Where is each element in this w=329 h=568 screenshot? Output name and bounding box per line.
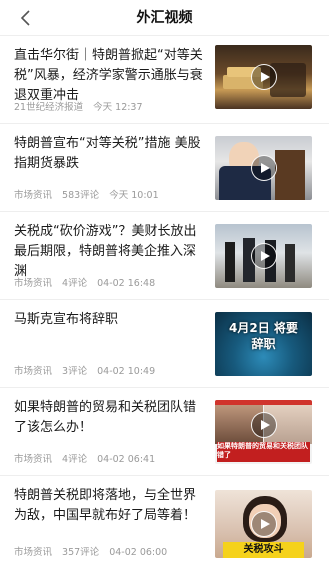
news-meta: 市场资讯 4评论 04-02 16:48 <box>14 275 155 289</box>
news-source: 市场资讯 <box>14 366 53 377</box>
news-comments: 357评论 <box>62 547 100 558</box>
video-thumbnail[interactable] <box>215 45 312 109</box>
news-headline[interactable]: 直击华尔街｜特朗普掀起“对等关税”风暴，经济学家警示通胀与衰退双重冲击 <box>14 46 206 106</box>
play-icon <box>250 412 277 438</box>
play-icon <box>250 511 277 537</box>
news-item[interactable]: 如果特朗普的贸易和关税团队错了该怎么办！ 市场资讯 4评论 04-02 06:4… <box>0 388 329 476</box>
news-source: 21世纪经济报道 <box>14 102 84 113</box>
thumbnail-caption: 如果特朗普的贸易和关税团队错了 <box>217 442 310 462</box>
top-bar: 外汇视频 <box>0 0 329 36</box>
news-time: 04-02 10:49 <box>97 366 156 377</box>
news-time: 04-02 06:00 <box>109 547 168 558</box>
news-source: 市场资讯 <box>14 278 53 289</box>
news-comments: 4评论 <box>62 278 88 289</box>
news-item[interactable]: 直击华尔街｜特朗普掀起“对等关税”风暴，经济学家警示通胀与衰退双重冲击 21世纪… <box>0 36 329 124</box>
news-comments: 3评论 <box>62 366 88 377</box>
video-thumbnail[interactable]: 关税攻斗 <box>215 490 312 558</box>
news-headline[interactable]: 如果特朗普的贸易和关税团队错了该怎么办！ <box>14 398 206 438</box>
news-meta: 21世纪经济报道 今天 12:37 <box>14 99 143 113</box>
news-source: 市场资讯 <box>14 547 53 558</box>
video-thumbnail[interactable] <box>215 136 312 200</box>
play-icon <box>250 155 277 181</box>
news-item[interactable]: 关税成“砍价游戏”？美财长放出最后期限，特朗普将美企推入深渊 市场资讯 4评论 … <box>0 212 329 300</box>
news-meta: 市场资讯 583评论 今天 10:01 <box>14 187 159 201</box>
news-headline[interactable]: 特朗普关税即将落地，与全世界为敌，中国早就布好了局等着！ <box>14 486 206 526</box>
news-time: 今天 10:01 <box>109 190 159 201</box>
news-meta: 市场资讯 357评论 04-02 06:00 <box>14 544 167 558</box>
news-comments: 583评论 <box>62 190 100 201</box>
news-meta: 市场资讯 3评论 04-02 10:49 <box>14 363 155 377</box>
thumbnail-caption: 4月2日 将要辞职 <box>229 321 298 351</box>
news-comments: 4评论 <box>62 454 88 465</box>
news-time: 04-02 06:41 <box>97 454 156 465</box>
news-item[interactable]: 马斯克宣布将辞职 市场资讯 3评论 04-02 10:49 4月2日 将要辞职 <box>0 300 329 388</box>
news-item[interactable]: 特朗普关税即将落地，与全世界为敌，中国早就布好了局等着！ 市场资讯 357评论 … <box>0 476 329 568</box>
play-icon <box>250 64 277 90</box>
news-item[interactable]: 特朗普宣布“对等关税”措施 美股指期货暴跌 市场资讯 583评论 今天 10:0… <box>0 124 329 212</box>
news-headline[interactable]: 特朗普宣布“对等关税”措施 美股指期货暴跌 <box>14 134 206 174</box>
news-meta: 市场资讯 4评论 04-02 06:41 <box>14 451 155 465</box>
news-headline[interactable]: 关税成“砍价游戏”？美财长放出最后期限，特朗普将美企推入深渊 <box>14 222 206 282</box>
news-source: 市场资讯 <box>14 190 53 201</box>
thumbnail-caption: 关税攻斗 <box>223 542 304 558</box>
news-source: 市场资讯 <box>14 454 53 465</box>
video-thumbnail[interactable]: 如果特朗普的贸易和关税团队错了 <box>215 400 312 464</box>
news-headline[interactable]: 马斯克宣布将辞职 <box>14 310 206 330</box>
video-thumbnail[interactable]: 4月2日 将要辞职 <box>215 312 312 376</box>
play-icon <box>250 243 277 269</box>
page-title: 外汇视频 <box>136 10 193 26</box>
news-time: 今天 12:37 <box>93 102 143 113</box>
news-time: 04-02 16:48 <box>97 278 156 289</box>
news-list: 直击华尔街｜特朗普掀起“对等关税”风暴，经济学家警示通胀与衰退双重冲击 21世纪… <box>0 36 329 568</box>
video-thumbnail[interactable] <box>215 224 312 288</box>
